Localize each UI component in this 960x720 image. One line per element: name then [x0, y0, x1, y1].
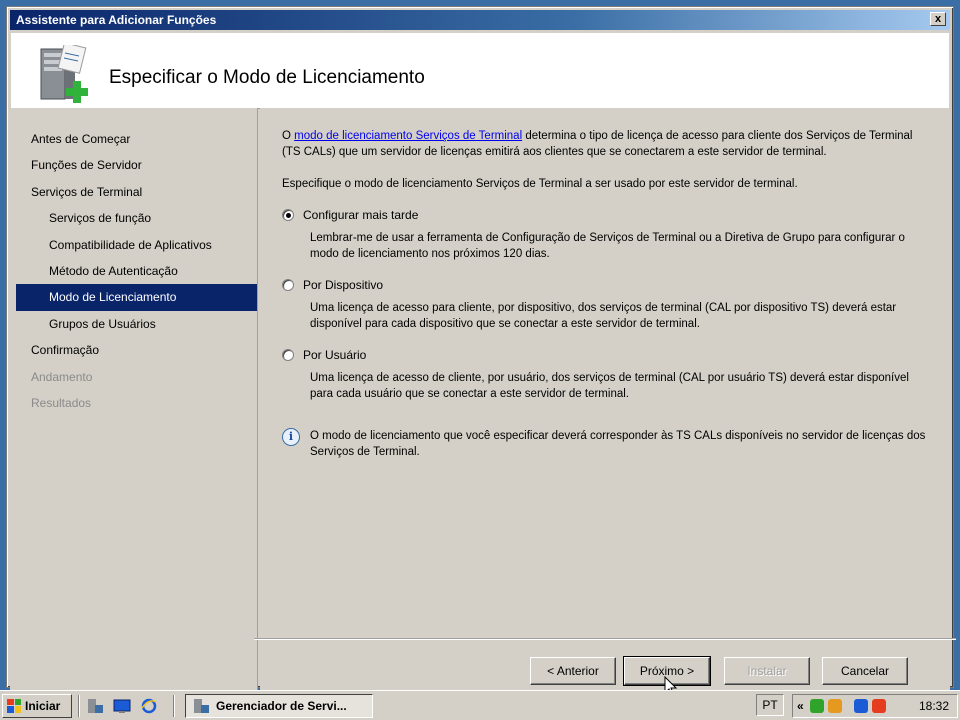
security-icon[interactable] [827, 699, 842, 713]
task-label: Gerenciador de Servi... [216, 698, 347, 713]
option-label[interactable]: Por Usuário [303, 347, 366, 363]
window-title: Assistente para Adicionar Funções [16, 13, 217, 27]
footer-separator [254, 638, 956, 639]
nav-item-grupos-usuarios[interactable]: Grupos de Usuários [10, 311, 257, 337]
option-description: Lembrar-me de usar a ferramenta de Confi… [310, 232, 905, 260]
nav-item-andamento: Andamento [31, 369, 93, 384]
nav-item-compatibilidade[interactable]: Compatibilidade de Aplicativos [10, 232, 257, 258]
nav-item-funcoes-de-servidor[interactable]: Funções de Servidor [10, 152, 257, 178]
option-configure-later: Configurar mais tarde Lembrar-me de usar… [282, 206, 930, 262]
radio-per-user[interactable] [282, 349, 294, 361]
intro-text: O modo de licenciamento Serviços de Term… [282, 128, 930, 160]
wizard-body: Antes de Começar Funções de Servidor Ser… [10, 108, 956, 692]
tray-expand-chevron[interactable]: « [797, 699, 804, 713]
clock[interactable]: 18:32 [919, 699, 949, 713]
nav-item-antes-de-comecar[interactable]: Antes de Começar [10, 126, 257, 152]
language-indicator[interactable]: PT [756, 694, 784, 716]
taskbar-separator [78, 694, 80, 717]
wizard-content: O modo de licenciamento Serviços de Term… [260, 108, 950, 692]
option-per-user: Por Usuário Uma licença de acesso de cli… [282, 346, 930, 402]
nav-item-servicos-de-funcao[interactable]: Serviços de função [10, 205, 257, 231]
option-label[interactable]: Configurar mais tarde [303, 207, 418, 223]
show-desktop-icon[interactable] [113, 698, 131, 714]
info-text: O modo de licenciamento que você especif… [310, 430, 926, 458]
server-manager-quicklaunch-icon[interactable] [86, 698, 104, 714]
wizard-header: Especificar o Modo de Licenciamento [11, 33, 949, 109]
licensing-mode-link[interactable]: modo de licenciamento Serviços de Termin… [294, 130, 522, 142]
cancel-button[interactable]: Cancelar [822, 657, 908, 685]
alert-icon[interactable] [871, 699, 886, 713]
windows-logo-icon [7, 698, 21, 713]
network-icon[interactable] [809, 699, 824, 713]
taskbar: Iniciar Gerenciador de Servi... PT « 18:… [0, 690, 960, 720]
instruction-text: Especifique o modo de licenciamento Serv… [282, 178, 798, 190]
nav-item-confirmacao[interactable]: Confirmação [10, 337, 257, 363]
option-per-device: Por Dispositivo Uma licença de acesso pa… [282, 276, 930, 332]
nav-item-resultados: Resultados [31, 395, 92, 410]
nav-item-modo-licenciamento[interactable]: Modo de Licenciamento [16, 284, 257, 311]
task-server-manager[interactable]: Gerenciador de Servi... [185, 693, 373, 718]
taskbar-separator [173, 694, 175, 717]
connection-icon[interactable] [853, 699, 868, 713]
install-button: Instalar [724, 657, 810, 685]
system-tray: « 18:32 [792, 694, 958, 718]
nav-item-servicos-de-terminal[interactable]: Serviços de Terminal [10, 179, 257, 205]
option-description: Uma licença de acesso para cliente, por … [310, 302, 897, 330]
wizard-steps-nav: Antes de Começar Funções de Servidor Ser… [10, 108, 258, 692]
intro-prefix: O [282, 130, 295, 142]
nav-item-metodo-autenticacao[interactable]: Método de Autenticação [10, 258, 257, 284]
server-role-icon [40, 45, 88, 103]
title-bar[interactable]: Assistente para Adicionar Funções x [10, 10, 950, 30]
start-button[interactable]: Iniciar [2, 693, 72, 718]
info-note: i O modo de licenciamento que você espec… [282, 428, 930, 460]
back-button[interactable]: < Anterior [530, 657, 616, 685]
option-label[interactable]: Por Dispositivo [303, 277, 383, 293]
info-icon: i [282, 428, 300, 446]
internet-explorer-icon[interactable] [140, 698, 158, 714]
radio-configure-later[interactable] [282, 209, 294, 221]
option-description: Uma licença de acesso de cliente, por us… [310, 372, 909, 400]
start-label: Iniciar [25, 698, 61, 713]
close-button[interactable]: x [930, 12, 946, 26]
radio-per-device[interactable] [282, 279, 294, 291]
page-title: Especificar o Modo de Licenciamento [109, 67, 425, 88]
server-manager-icon [194, 698, 209, 713]
